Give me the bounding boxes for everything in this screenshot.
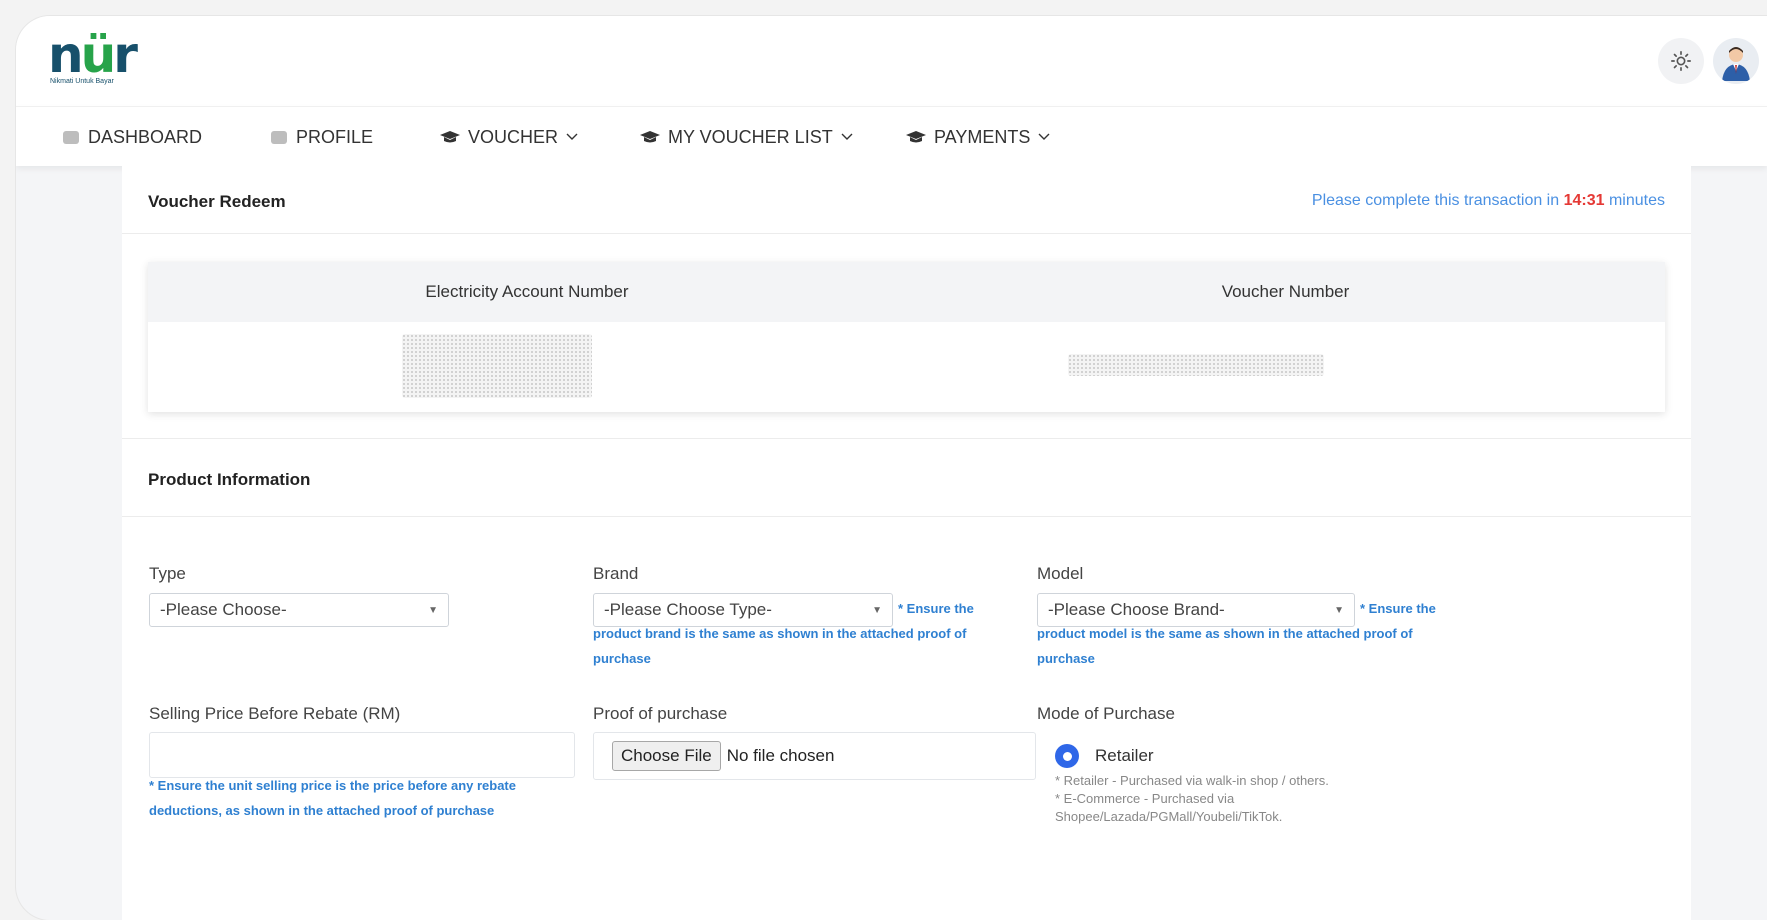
radio-selected[interactable] bbox=[1055, 744, 1079, 768]
mode-notes: * Retailer - Purchased via walk-in shop … bbox=[1055, 772, 1355, 826]
divider bbox=[122, 438, 1691, 439]
type-label: Type bbox=[149, 564, 186, 583]
mode-label: Mode of Purchase bbox=[1037, 704, 1175, 723]
table-header: Electricity Account Number Voucher Numbe… bbox=[148, 262, 1665, 322]
nav-payments-label: PAYMENTS bbox=[934, 126, 1031, 147]
top-bar: nür Nikmati Untuk Bayar bbox=[16, 16, 1767, 106]
proof-file-input[interactable]: Choose File No file chosen bbox=[593, 732, 1036, 780]
caret-down-icon: ▼ bbox=[428, 604, 438, 616]
chevron-down-icon bbox=[841, 133, 853, 140]
type-select[interactable]: -Please Choose- ▼ bbox=[149, 593, 449, 627]
logo-letter: n bbox=[48, 26, 84, 84]
nav-dashboard[interactable]: DASHBOARD bbox=[62, 107, 202, 167]
main-nav: DASHBOARD PROFILE VOUCHER MY VOUCHER LIS… bbox=[16, 106, 1767, 166]
redeem-card: Voucher Redeem Please complete this tran… bbox=[122, 166, 1691, 920]
logo[interactable]: nür Nikmati Untuk Bayar bbox=[48, 30, 158, 90]
logo-tagline: Nikmati Untuk Bayar bbox=[50, 78, 114, 85]
file-status: No file chosen bbox=[726, 746, 835, 765]
nav-voucher[interactable]: VOUCHER bbox=[440, 107, 578, 167]
sun-icon bbox=[1671, 51, 1691, 71]
price-label: Selling Price Before Rebate (RM) bbox=[149, 704, 401, 723]
price-hint: * Ensure the unit selling price is the p… bbox=[149, 778, 516, 818]
timer-suffix: minutes bbox=[1608, 192, 1665, 209]
mode-option-retailer[interactable]: Retailer bbox=[1055, 744, 1154, 768]
column-account: Electricity Account Number bbox=[425, 282, 629, 301]
type-select-value: -Please Choose- bbox=[160, 600, 287, 619]
nav-my-voucher-list-label: MY VOUCHER LIST bbox=[668, 126, 833, 147]
graduation-cap-icon bbox=[906, 131, 926, 143]
theme-toggle-button[interactable] bbox=[1658, 38, 1704, 84]
column-voucher: Voucher Number bbox=[1221, 282, 1350, 301]
brand-label: Brand bbox=[593, 564, 639, 583]
nav-profile[interactable]: PROFILE bbox=[270, 107, 373, 167]
timer-value: 14:31 bbox=[1563, 192, 1605, 209]
divider bbox=[122, 516, 1691, 517]
choose-file-button[interactable]: Choose File bbox=[612, 741, 721, 771]
account-number-redacted bbox=[402, 334, 592, 398]
home-icon bbox=[63, 131, 79, 144]
proof-label: Proof of purchase bbox=[593, 704, 728, 723]
nav-profile-label: PROFILE bbox=[296, 126, 374, 147]
redeem-header: Voucher Redeem Please complete this tran… bbox=[122, 166, 1691, 234]
nav-dashboard-label: DASHBOARD bbox=[88, 126, 203, 147]
nav-voucher-label: VOUCHER bbox=[468, 126, 559, 147]
nav-my-voucher-list[interactable]: MY VOUCHER LIST bbox=[640, 107, 853, 167]
app-window: nür Nikmati Untuk Bayar DASHBOARD PROFIL… bbox=[16, 16, 1767, 920]
avatar-icon bbox=[1722, 47, 1750, 81]
timer-prefix: Please complete this transaction in bbox=[1311, 192, 1560, 209]
transaction-timer: Please complete this transaction in 14:3… bbox=[1312, 192, 1665, 210]
brand-hint: * Ensure the product brand is the same a… bbox=[593, 601, 974, 666]
logo-word: nür bbox=[48, 30, 158, 80]
graduation-cap-icon bbox=[640, 131, 660, 143]
user-avatar-button[interactable] bbox=[1713, 38, 1759, 84]
note-ecommerce: * E-Commerce - Purchased via Shopee/Laza… bbox=[1055, 791, 1283, 824]
logo-letter: ü bbox=[80, 26, 117, 84]
nav-payments[interactable]: PAYMENTS bbox=[906, 107, 1050, 167]
product-info-title: Product Information bbox=[148, 470, 311, 489]
redeem-title: Voucher Redeem bbox=[148, 192, 286, 211]
voucher-number-redacted bbox=[1068, 354, 1324, 376]
price-input[interactable] bbox=[149, 732, 575, 778]
model-hint: * Ensure the product model is the same a… bbox=[1037, 601, 1436, 666]
chevron-down-icon bbox=[1038, 133, 1050, 140]
graduation-cap-icon bbox=[440, 131, 460, 143]
chevron-down-icon bbox=[566, 133, 578, 140]
note-retailer: * Retailer - Purchased via walk-in shop … bbox=[1055, 773, 1329, 788]
user-icon bbox=[271, 131, 287, 144]
account-voucher-table: Electricity Account Number Voucher Numbe… bbox=[148, 262, 1665, 412]
model-label: Model bbox=[1037, 564, 1084, 583]
mode-option-label: Retailer bbox=[1095, 746, 1154, 765]
logo-letter: r bbox=[113, 26, 138, 84]
